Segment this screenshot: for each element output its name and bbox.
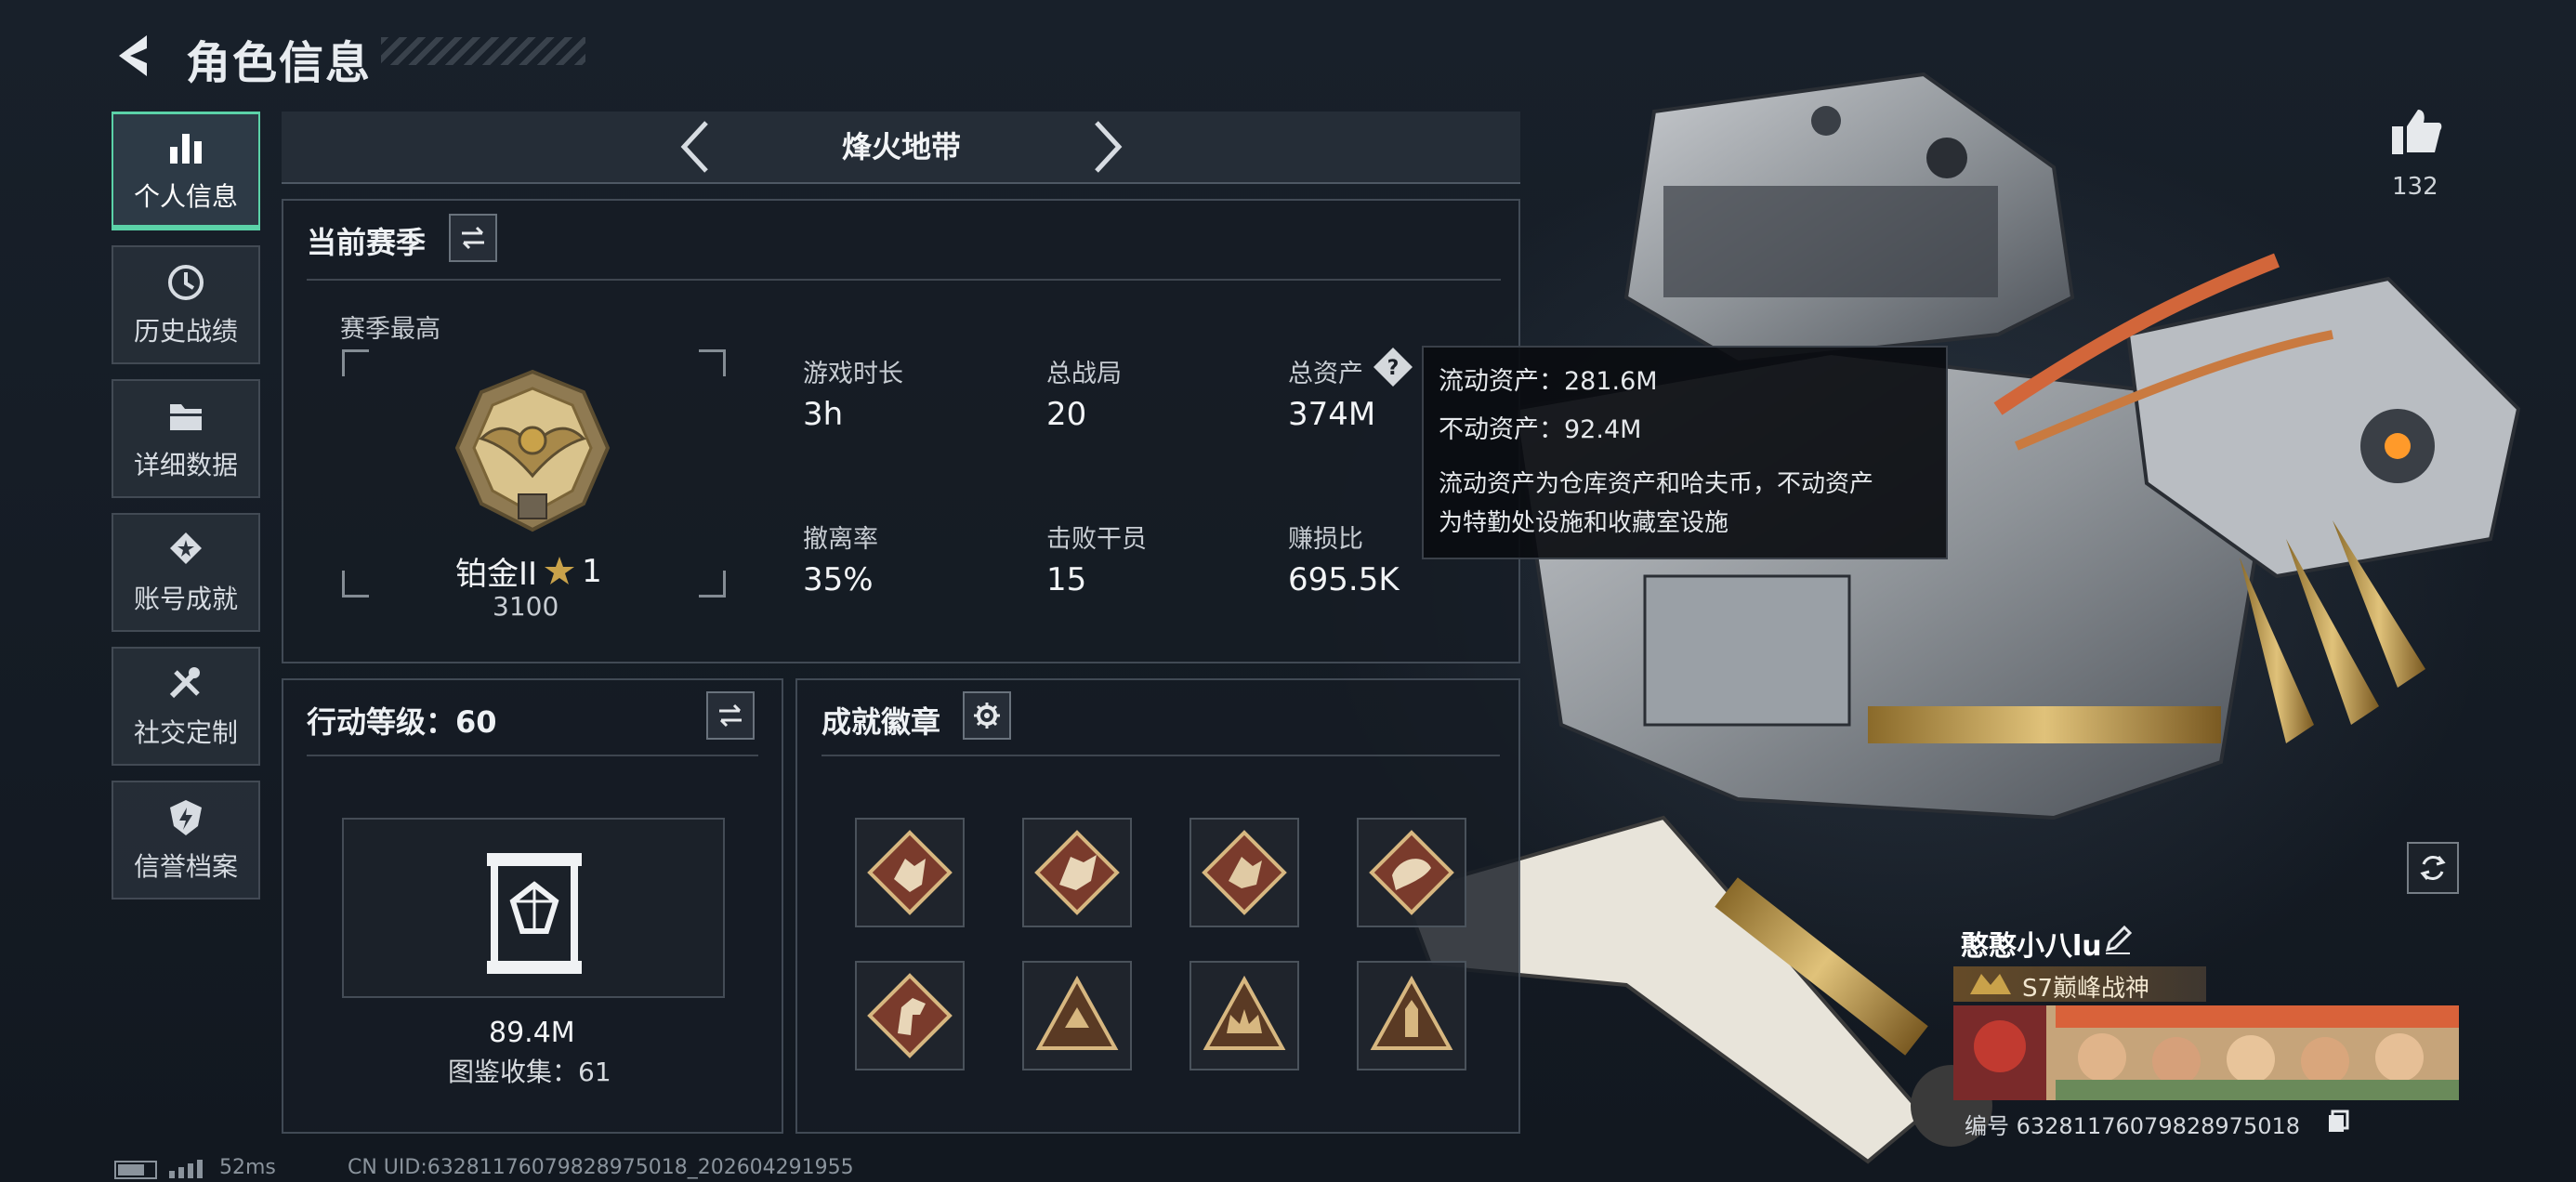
season-title: 当前赛季 [307,225,427,260]
back-arrow-icon[interactable] [110,28,165,84]
title-emblem-icon [1970,974,2011,994]
collection-case-icon [487,853,582,974]
wolf-badge-icon [867,830,953,915]
stat-label: 击败干员 [1046,525,1147,554]
svg-text:?: ? [1387,357,1400,380]
collection-count: 图鉴收集：61 [448,1057,611,1087]
triangle-badge-icon [1035,975,1119,1050]
tooltip-desc-2: 为特勤处设施和收藏室设施 [1439,509,1729,537]
swap-icon [462,226,484,250]
divider [307,279,1501,281]
reputation-shield-icon [170,800,202,835]
nav-personal-info[interactable]: 个人信息 [112,112,260,230]
title-decoration [381,37,585,65]
stat-value: 15 [1046,561,1087,598]
refresh-icon [2420,856,2446,880]
badge-tower-triangle[interactable] [1357,961,1466,1070]
badge-dragon[interactable] [1022,818,1132,927]
divider [821,755,1500,756]
badge-horse[interactable] [855,961,965,1070]
nav-social-custom[interactable]: 社交定制 [112,647,260,766]
stat-value: 695.5K [1288,561,1400,598]
nav-label: 社交定制 [133,717,238,748]
stat-label: 总战局 [1046,360,1122,388]
mode-name: 烽火地带 [841,129,961,164]
gear-icon [974,703,1000,729]
chevron-left-icon[interactable] [677,117,714,177]
uid-line: CN UID:632811760798289750​18_20260429195… [348,1156,854,1179]
nav-achievements[interactable]: 账号成就 [112,513,260,632]
ping-value: 52ms [219,1156,276,1179]
badges-settings-button[interactable] [963,691,1011,740]
action-level-switch-button[interactable] [706,691,755,740]
dragon-badge-icon [1034,830,1120,915]
frame-corner [699,349,726,376]
nav-history[interactable]: 历史战绩 [112,245,260,364]
badge-dragon-2[interactable] [1189,818,1299,927]
likes-count: 132 [2392,173,2438,201]
player-title: S7巅峰战神 [2022,975,2150,1003]
help-question-icon[interactable]: ? [1372,346,1414,388]
name-card-banner[interactable] [1953,1005,2459,1100]
wrench-screwdriver-icon [169,667,200,699]
tooltip-fixed: 不动资产：92.4M [1439,415,1642,444]
frame-corner [342,349,369,376]
bar-chart-icon [170,133,202,164]
badge-serpent[interactable] [1357,818,1466,927]
dragon-badge-2-icon [1202,830,1287,915]
rank-name-row: 铂金II 1 [455,548,602,594]
folder-icon [170,404,202,430]
rank-name: 铂金II [455,556,538,593]
battery-signal-icon [114,1160,203,1179]
edit-pencil-icon[interactable] [2102,924,2134,955]
stat-value: 20 [1046,396,1087,433]
rank-emblem-icon [454,369,611,532]
frame-corner [342,571,369,598]
stat-label: 总资产 [1288,360,1363,388]
nav-label: 信誉档案 [133,851,238,882]
achievement-medal-icon [170,532,202,564]
nav-label: 账号成就 [133,584,238,614]
nav-label: 历史战绩 [133,316,238,347]
tooltip-desc-1: 流动资产为仓库资产和哈夫币，不动资产 [1439,470,1874,498]
collection-value: 89.4M [489,1017,575,1049]
star-icon [545,556,575,584]
nav-label: 个人信息 [133,180,238,212]
stat-value: 35% [803,561,874,598]
stat-label: 撤离率 [803,525,878,554]
chevron-right-icon[interactable] [1089,117,1126,177]
rank-points: 3100 [493,591,559,622]
stat-label: 游戏时长 [803,360,903,388]
crown-triangle-badge-icon [1203,975,1286,1050]
tower-triangle-badge-icon [1370,975,1453,1050]
badge-wolf[interactable] [855,818,965,927]
tooltip-liquid: 流动资产：281.6M [1439,367,1658,396]
rank-stars: 1 [582,552,602,590]
page-title: 角色信息 [186,37,373,89]
nav-reputation[interactable]: 信誉档案 [112,781,260,900]
serpent-badge-icon [1369,830,1454,915]
badges-title: 成就徽章 [821,704,941,740]
player-name: 憨憨小八lu [1961,930,2102,963]
stat-value: 374M [1288,396,1376,433]
season-switch-button[interactable] [449,214,497,262]
badge-triangle[interactable] [1022,961,1132,1070]
swap-icon [719,703,742,728]
frame-corner [699,571,726,598]
nav-detail-data[interactable]: 详细数据 [112,379,260,498]
season-best-label: 赛季最高 [340,315,440,344]
stat-label: 赚损比 [1288,525,1363,554]
copy-icon[interactable] [2325,1108,2351,1134]
divider [307,755,758,756]
thumbs-up-icon[interactable] [2388,106,2444,158]
nav-label: 详细数据 [133,450,238,480]
action-level-title: 行动等级：60 [307,704,497,740]
horse-badge-icon [867,973,953,1058]
history-clock-icon [168,265,204,300]
player-id: 编号 632811760798289750​18 [1965,1113,2301,1139]
rotate-model-button[interactable] [2407,842,2459,894]
stat-value: 3h [803,396,844,433]
badge-crown-triangle[interactable] [1189,961,1299,1070]
